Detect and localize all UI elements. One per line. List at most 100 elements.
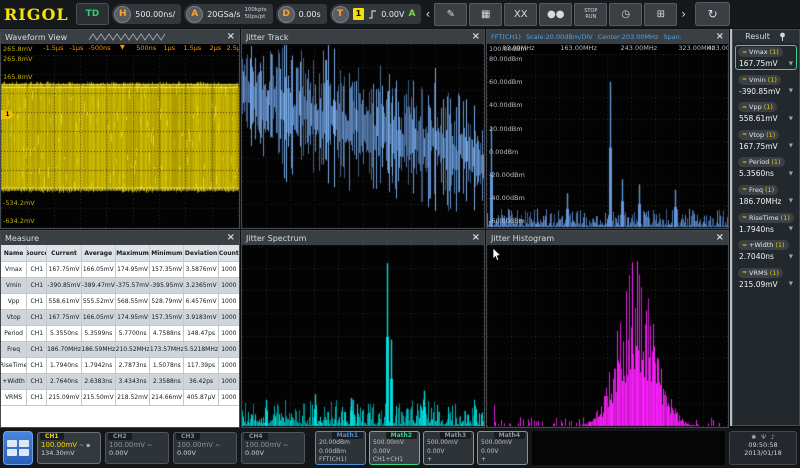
trigger-group[interactable]: T 1 0.00V A <box>330 4 422 24</box>
eye-diagram-icon[interactable]: XX <box>504 3 537 26</box>
measure-cell: 174.95mV <box>116 310 150 325</box>
channel-box-CH2[interactable]: CH2100.00mV~0.00V <box>105 432 169 464</box>
chevron-down-icon[interactable]: ▼ <box>789 226 793 232</box>
math-line: 500.00mV <box>373 439 416 448</box>
waveform-view-header[interactable]: Waveform View × <box>1 30 239 44</box>
mode-td-button[interactable]: TD <box>76 3 110 25</box>
jitter-track-header[interactable]: Jitter Track × <box>242 30 484 44</box>
result-item-value: 186.70MHz▼ <box>738 195 794 206</box>
chevron-down-icon[interactable]: ▼ <box>789 61 793 67</box>
chevron-down-icon[interactable]: ▼ <box>789 143 793 149</box>
jitter-histogram-header[interactable]: Jitter Histogram × <box>487 231 728 245</box>
result-item-Period[interactable]: ≈Period(1)5.3560ns▼ <box>735 155 797 180</box>
fft-panel: FFT(CH1) Scale:20.00dBm/DIV Center:203.0… <box>486 29 729 229</box>
trigger-mode: A <box>409 9 416 19</box>
math-box-Math1[interactable]: Math120.00dBm0.00dBmFFT(CH1) <box>315 431 366 465</box>
math-box-Math2[interactable]: Math2500.00mV0.00VCH1+CH1 <box>369 431 420 465</box>
chevron-down-icon[interactable]: ▼ <box>789 254 793 260</box>
channel-box-CH4[interactable]: CH4100.00mV~0.00V <box>241 432 305 464</box>
fft-center-label: Center:203.00MHz <box>598 33 659 41</box>
pin-icon[interactable] <box>778 32 787 41</box>
measure-row-Vtop[interactable]: VtopCH1167.75mV166.05mV174.95mV157.35mV3… <box>1 310 239 326</box>
delay-key-icon[interactable]: D <box>278 6 295 23</box>
channel-box-CH1[interactable]: CH1100.00mV~▪134.30mV <box>37 432 101 464</box>
refresh-power-icon[interactable]: ↻ <box>695 2 730 26</box>
math-tab[interactable]: Math3 <box>440 432 471 439</box>
trigger-level: 0.00V <box>381 10 404 19</box>
math-tab[interactable]: Math4 <box>494 432 525 439</box>
result-item-Vmax[interactable]: ≈Vmax(1)167.75mV▼ <box>735 45 797 70</box>
history-icon[interactable]: ◷ <box>609 3 642 26</box>
measure-tools-icon[interactable]: ✎ <box>434 3 467 26</box>
math-tab[interactable]: Math2 <box>386 432 417 439</box>
stop-run-button[interactable]: STOPRUN <box>574 3 607 26</box>
toolbar-nav-left-icon[interactable]: ‹ <box>424 8 431 20</box>
waveform-plot <box>1 55 239 228</box>
result-item-+Width[interactable]: ≈+Width(1)2.7040ns▼ <box>735 238 797 263</box>
channel-scale: 100.00mV~▪ <box>41 441 97 449</box>
math-line: 20.00dBm <box>319 439 362 448</box>
measure-row-+Width[interactable]: +WidthCH12.7640ns2.6383ns3.4343ns2.3588n… <box>1 374 239 390</box>
measure-cell: Freq <box>1 342 27 357</box>
chevron-down-icon[interactable]: ▼ <box>789 116 793 122</box>
delay-group[interactable]: D 0.00s <box>276 4 327 24</box>
math-box-Math3[interactable]: Math3500.00mV0.00V+ <box>423 431 474 465</box>
measure-cell: 214.66mV <box>150 390 184 405</box>
measure-row-Vpp[interactable]: VppCH1558.61mV555.52mV568.55mV528.79mV6.… <box>1 294 239 310</box>
channel-tab[interactable]: CH1 <box>40 433 64 440</box>
measure-row-RiseTime[interactable]: RiseTimeCH11.7940ns1.7942ns2.7873ns1.507… <box>1 358 239 374</box>
close-icon[interactable]: × <box>227 233 235 243</box>
fft-header[interactable]: FFT(CH1) Scale:20.00dBm/DIV Center:203.0… <box>487 30 728 44</box>
measure-row-Vmin[interactable]: VminCH1-390.85mV-389.47mV-375.57mV-395.9… <box>1 278 239 294</box>
result-item-Freq[interactable]: ≈Freq(1)186.70MHz▼ <box>735 183 797 208</box>
close-icon[interactable]: × <box>227 32 235 42</box>
result-item-RiseTime[interactable]: ≈RiseTime(1)1.7940ns▼ <box>735 211 797 236</box>
chevron-down-icon[interactable]: ▼ <box>789 198 793 204</box>
trigger-key-icon[interactable]: T <box>332 6 349 23</box>
horizontal-group[interactable]: H 500.00ns/ <box>112 4 181 24</box>
close-icon[interactable]: × <box>716 233 724 243</box>
measure-row-VRMS[interactable]: VRMSCH1215.09mV215.50mV218.52mV214.66mV4… <box>1 390 239 406</box>
math-box-Math4[interactable]: Math4500.00mV0.00V+ <box>477 431 528 465</box>
horizontal-key-icon[interactable]: H <box>114 6 131 23</box>
toolbar-nav-right-icon[interactable]: › <box>680 8 687 20</box>
panel-title: Jitter Track <box>246 33 289 42</box>
window-layout-icon[interactable]: ⊞ <box>644 3 677 26</box>
grid-settings-icon[interactable]: ▦ <box>469 3 502 26</box>
usb-icon: Ψ <box>761 434 766 441</box>
channel-tab[interactable]: CH3 <box>176 433 200 440</box>
close-icon[interactable]: × <box>472 32 480 42</box>
result-item-Vtop[interactable]: ≈Vtop(1)167.75mV▼ <box>735 128 797 153</box>
chevron-down-icon[interactable]: ▼ <box>789 88 793 94</box>
close-icon[interactable]: × <box>472 233 480 243</box>
trigger-source-chip[interactable]: 1 <box>353 8 365 20</box>
result-item-Vpp[interactable]: ≈Vpp(1)558.61mV▼ <box>735 100 797 125</box>
math-tab[interactable]: Math1 <box>332 432 363 439</box>
jitter-spectrum-header[interactable]: Jitter Spectrum × <box>242 231 484 245</box>
measure-row-Vmax[interactable]: VmaxCH1167.75mV166.05mV174.95mV157.35mV3… <box>1 262 239 278</box>
clock-box: ✱Ψ♪ 09:50:58 2013/01/18 <box>729 431 797 465</box>
measure-row-Period[interactable]: PeriodCH15.3550ns5.3599ns5.7700ns4.7588n… <box>1 326 239 342</box>
result-item-VRMS[interactable]: ≈VRMS(1)215.09mV▼ <box>735 266 797 291</box>
measure-row-Freq[interactable]: FreqCH1186.70MHz186.59MHz210.52MHz173.57… <box>1 342 239 358</box>
measure-cell: 5.3550ns <box>47 326 81 341</box>
measure-cell: Vtop <box>1 310 27 325</box>
channel-offset: 134.30mV <box>41 449 97 457</box>
chevron-down-icon[interactable]: ▼ <box>789 171 793 177</box>
measure-cell: CH1 <box>27 342 47 357</box>
channel-tab[interactable]: CH2 <box>108 433 132 440</box>
status-icons: ✱Ψ♪ <box>730 434 796 441</box>
dots-display-icon[interactable]: ●● <box>539 3 572 26</box>
channel-tab[interactable]: CH4 <box>244 433 268 440</box>
close-icon[interactable]: × <box>716 32 724 42</box>
measure-header[interactable]: Measure × <box>1 231 239 245</box>
result-item-label: ≈+Width(1) <box>738 240 789 250</box>
acquire-key-icon[interactable]: A <box>186 6 203 23</box>
trigger-position-marker[interactable]: ▼ <box>120 44 125 51</box>
channel-box-CH3[interactable]: CH3100.00mV~0.00V <box>173 432 237 464</box>
result-sidebar: Result ≈Vmax(1)167.75mV▼≈Vmin(1)-390.85m… <box>732 29 800 426</box>
chevron-down-icon[interactable]: ▼ <box>789 281 793 287</box>
result-item-Vmin[interactable]: ≈Vmin(1)-390.85mV▼ <box>735 73 797 98</box>
window-layout-button[interactable] <box>3 431 33 465</box>
acquire-group[interactable]: A 20GSa/s 100kpts50ps/pt <box>184 4 272 24</box>
